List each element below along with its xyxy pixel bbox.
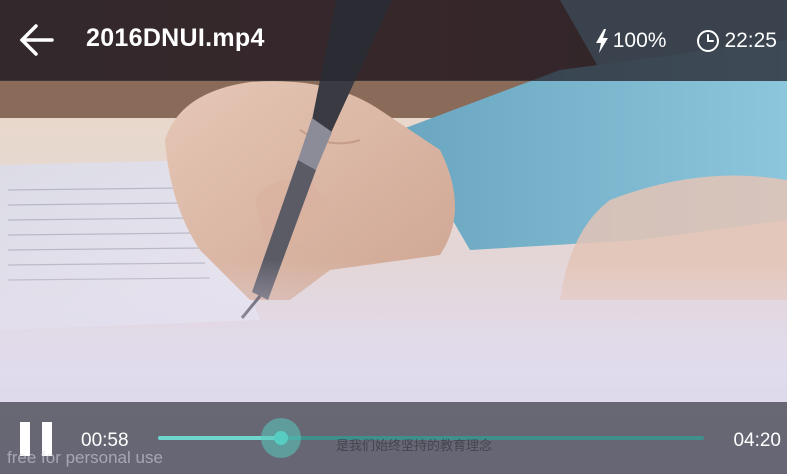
battery-level: 100% bbox=[612, 29, 667, 52]
progress-thumb-core bbox=[273, 431, 288, 445]
lightning-bolt-icon bbox=[595, 29, 608, 53]
video-title: 2016DNUI.mp4 bbox=[86, 24, 265, 52]
clock-icon bbox=[697, 30, 720, 52]
total-duration: 04:20 bbox=[733, 430, 781, 451]
watermark: free for personal use bbox=[7, 448, 163, 467]
subtitle-text: 是我们始终坚持的教育理念 bbox=[336, 439, 493, 454]
clock-time: 22:25 bbox=[724, 29, 777, 52]
top-bar: 2016DNUI.mp4 100% 22:25 bbox=[0, 0, 787, 81]
clock-status: 22:25 bbox=[696, 29, 777, 53]
video-player[interactable]: 2016DNUI.mp4 100% 22:25 00:58 是我们始终坚持的教育… bbox=[0, 0, 787, 474]
bottom-control-bar: 00:58 是我们始终坚持的教育理念 04:20 free for person… bbox=[0, 402, 787, 474]
status-indicators: 100% 22:25 bbox=[595, 26, 777, 56]
arrow-left-icon bbox=[20, 24, 54, 56]
progress-thumb[interactable] bbox=[260, 418, 301, 458]
battery-status: 100% bbox=[595, 29, 667, 53]
back-button[interactable] bbox=[14, 18, 58, 62]
